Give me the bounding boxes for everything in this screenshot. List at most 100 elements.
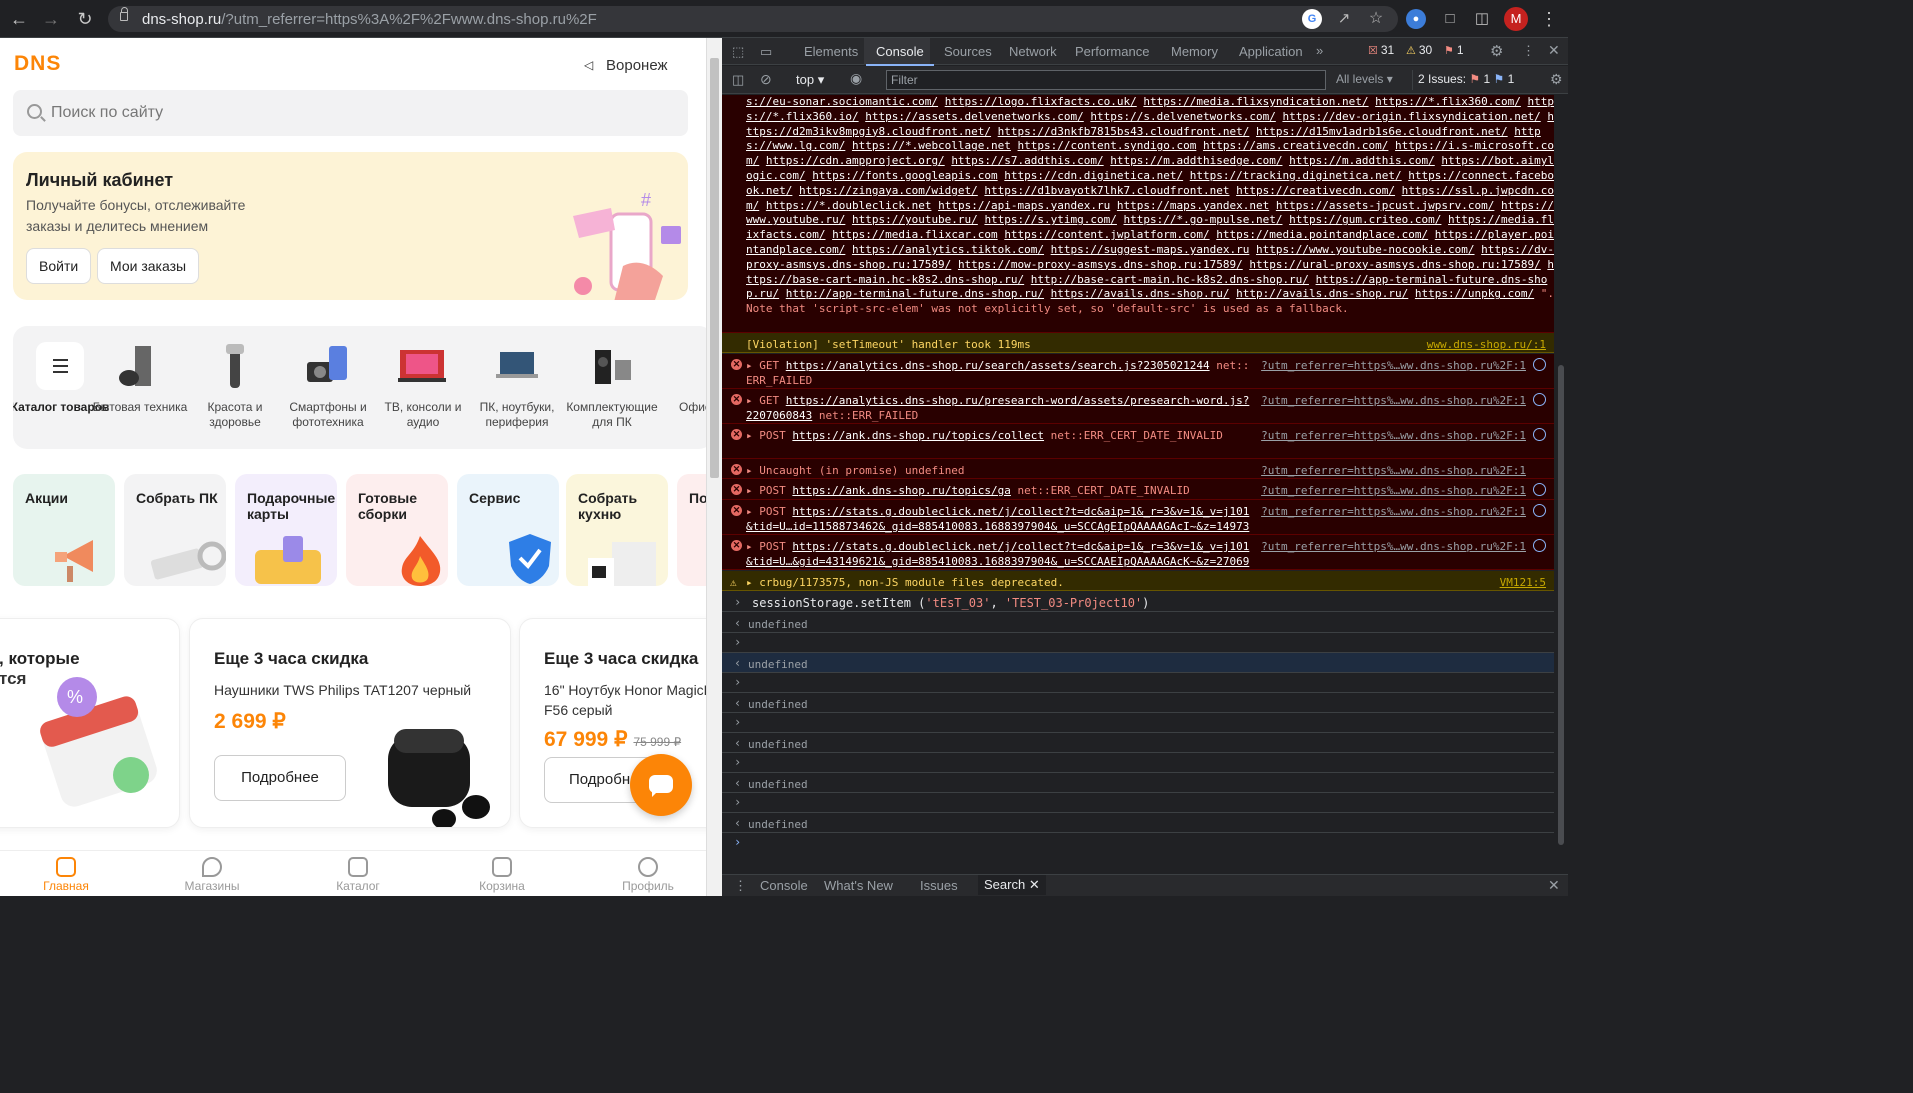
csp-url-link[interactable]: https://d3nkfb7815bs43.cloudfront.net/ xyxy=(998,125,1250,138)
expand-arrow-icon[interactable]: ▸ xyxy=(746,359,753,372)
csp-url-link[interactable]: http://avails.dns-shop.ru/ xyxy=(1236,287,1408,300)
source-link[interactable]: ?utm_referrer=https%…ww.dns-shop.ru%2F:1 xyxy=(1261,428,1526,443)
network-globe-icon[interactable] xyxy=(1533,504,1546,517)
csp-url-link[interactable]: https://ural-proxy-asmsys.dns-shop.ru:17… xyxy=(1249,258,1540,271)
csp-url-link[interactable]: https://*.webcollage.net xyxy=(852,139,1011,152)
site-search[interactable] xyxy=(13,90,688,136)
login-button[interactable]: Войти xyxy=(26,248,92,284)
promo-service[interactable]: Сервис xyxy=(457,474,559,586)
request-url-link[interactable]: https://analytics.dns-shop.ru/search/ass… xyxy=(786,359,1210,372)
more-tabs-icon[interactable]: » xyxy=(1316,43,1323,58)
search-input[interactable] xyxy=(51,90,671,136)
csp-url-link[interactable]: https://www.youtube-nocookie.com/ xyxy=(1256,243,1475,256)
category-appliances[interactable]: Бытовая техника xyxy=(90,342,190,415)
expand-arrow-icon[interactable]: ▸ xyxy=(746,505,753,518)
csp-url-link[interactable]: https://cdn.diginetica.net/ xyxy=(1004,169,1183,182)
drawer-tab-whats-new[interactable]: What's New xyxy=(824,878,893,893)
device-toolbar-icon[interactable]: ▭ xyxy=(760,44,772,60)
drawer-tab-issues[interactable]: Issues xyxy=(920,878,958,893)
expand-arrow-icon[interactable]: ▸ xyxy=(746,464,753,477)
csp-url-link[interactable]: https://content.jwplatform.com/ xyxy=(1004,228,1209,241)
drawer-tab-console[interactable]: Console xyxy=(760,878,808,893)
csp-url-link[interactable]: https://media.pointandplace.com/ xyxy=(1216,228,1428,241)
csp-url-link[interactable]: https://s7.addthis.com/ xyxy=(951,154,1103,167)
issues-button[interactable]: 2 Issues: ⚑ 1 ⚑ 1 xyxy=(1418,72,1514,86)
expand-arrow-icon[interactable]: ▸ xyxy=(746,394,753,407)
close-drawer-icon[interactable]: ✕ xyxy=(1548,877,1560,894)
csp-url-link[interactable]: https://assets.delvenetworks.com/ xyxy=(865,110,1084,123)
console-scroll-thumb[interactable] xyxy=(1558,365,1564,845)
console-scrollbar[interactable] xyxy=(1554,95,1568,869)
nav-stores[interactable]: Магазины xyxy=(172,857,252,893)
offer-card-1[interactable]: , которые тся % xyxy=(0,618,180,828)
csp-url-link[interactable]: https://maps.yandex.net xyxy=(1117,199,1269,212)
category-smartphones[interactable]: Смартфоны и фототехника xyxy=(278,342,378,430)
csp-url-link[interactable]: s://eu-sonar.sociomantic.com/ xyxy=(746,95,938,108)
request-url-link[interactable]: https://ank.dns-shop.ru/topics/ga xyxy=(792,484,1011,497)
csp-url-link[interactable]: https://ams.creativecdn.com/ xyxy=(1203,139,1388,152)
csp-url-link[interactable]: http://base-cart-main.hc-k8s2.dns-shop.r… xyxy=(1031,273,1309,286)
google-icon[interactable]: G xyxy=(1302,9,1322,29)
console-input[interactable]: › xyxy=(722,833,1554,853)
csp-url-link[interactable]: https://unpkg.com/ xyxy=(1415,287,1534,300)
request-url-link[interactable]: https://ank.dns-shop.ru/topics/collect xyxy=(792,429,1044,442)
csp-url-link[interactable]: https://*.go-mpulse.net/ xyxy=(1124,213,1283,226)
forward-icon[interactable]: → xyxy=(38,6,64,32)
source-link[interactable]: ?utm_referrer=https%…ww.dns-shop.ru%2F:1 xyxy=(1261,483,1526,498)
csp-url-link[interactable]: https://media.flixsyndication.net/ xyxy=(1143,95,1368,108)
category-pc[interactable]: ПК, ноутбуки, периферия xyxy=(467,342,567,430)
csp-url-link[interactable]: https://tracking.diginetica.net/ xyxy=(1190,169,1402,182)
csp-url-link[interactable]: http://app-terminal-future.dns-shop.ru/ xyxy=(786,287,1044,300)
expand-arrow-icon[interactable]: ▸ xyxy=(746,484,753,497)
dns-logo[interactable]: DNS xyxy=(14,52,61,76)
devtools-menu-icon[interactable]: ⋮ xyxy=(1522,43,1535,59)
network-globe-icon[interactable] xyxy=(1533,393,1546,406)
console-filter-input[interactable]: Filter xyxy=(886,70,1326,90)
page-scrollbar[interactable] xyxy=(706,38,722,896)
csp-url-link[interactable]: https://cdn.ampproject.org/ xyxy=(766,154,945,167)
category-beauty[interactable]: Красота и здоровье xyxy=(185,342,285,430)
network-globe-icon[interactable] xyxy=(1533,539,1546,552)
page-scroll-thumb[interactable] xyxy=(710,58,719,478)
promo-gift-cards[interactable]: Подарочные карты xyxy=(235,474,337,586)
chat-button[interactable] xyxy=(630,754,692,816)
category-tv[interactable]: ТВ, консоли и аудио xyxy=(373,342,473,430)
nav-profile[interactable]: Профиль xyxy=(608,857,688,893)
csp-url-link[interactable]: https://*.doubleclick.net xyxy=(766,199,932,212)
issues-count[interactable]: ⚑ 1 xyxy=(1444,43,1464,57)
drawer-tab-search[interactable]: Search ✕ xyxy=(978,875,1046,895)
profile-avatar[interactable]: M xyxy=(1504,7,1528,31)
nav-cart[interactable]: Корзина xyxy=(462,857,542,893)
inspect-element-icon[interactable]: ⬚ xyxy=(732,44,744,60)
console-settings-icon[interactable]: ⚙ xyxy=(1550,71,1563,88)
sidebar-toggle-icon[interactable]: ◫ xyxy=(732,72,744,88)
my-orders-button[interactable]: Мои заказы xyxy=(97,248,200,284)
drawer-menu-icon[interactable]: ⋮ xyxy=(734,878,747,894)
promo-kitchen[interactable]: Собрать кухню xyxy=(566,474,668,586)
source-link[interactable]: ?utm_referrer=https%…ww.dns-shop.ru%2F:1 xyxy=(1261,358,1526,373)
error-count[interactable]: ☒ 31 xyxy=(1368,43,1394,57)
source-link[interactable]: ?utm_referrer=https%…ww.dns-shop.ru%2F:1 xyxy=(1261,463,1526,478)
warning-count[interactable]: ⚠ 30 xyxy=(1406,43,1432,57)
city-selector[interactable]: ◁ Воронеж xyxy=(584,57,668,74)
csp-url-link[interactable]: https://*.flix360.com/ xyxy=(1375,95,1521,108)
csp-url-link[interactable]: https://analytics.tiktok.com/ xyxy=(852,243,1044,256)
promo-more[interactable]: По xyxy=(677,474,706,586)
settings-gear-icon[interactable]: ⚙ xyxy=(1490,42,1503,60)
source-link[interactable]: VM121:5 xyxy=(1500,575,1546,590)
tab-network[interactable]: Network xyxy=(1009,44,1057,59)
details-button[interactable]: Подробнее xyxy=(214,755,346,801)
browser-menu-icon[interactable]: ⋮ xyxy=(1536,6,1562,32)
csp-url-link[interactable]: https://zingaya.com/widget/ xyxy=(799,184,978,197)
share-icon[interactable]: ↗ xyxy=(1334,9,1354,29)
tab-application[interactable]: Application xyxy=(1239,44,1303,59)
csp-url-link[interactable]: https://content.syndigo.com xyxy=(1018,139,1197,152)
source-link[interactable]: ?utm_referrer=https%…ww.dns-shop.ru%2F:1 xyxy=(1261,539,1526,554)
tab-performance[interactable]: Performance xyxy=(1075,44,1149,59)
source-link[interactable]: ?utm_referrer=https%…ww.dns-shop.ru%2F:1 xyxy=(1261,504,1526,519)
csp-url-link[interactable]: https://creativecdn.com/ xyxy=(1236,184,1395,197)
promo-sales[interactable]: Акции xyxy=(13,474,115,586)
source-link[interactable]: ?utm_referrer=https%…ww.dns-shop.ru%2F:1 xyxy=(1261,393,1526,408)
csp-url-link[interactable]: https://media.flixcar.com xyxy=(832,228,998,241)
close-devtools-icon[interactable]: ✕ xyxy=(1548,42,1560,59)
